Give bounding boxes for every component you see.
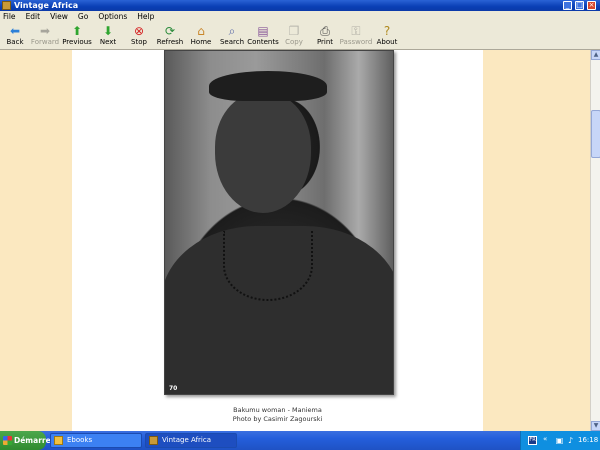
toolbar: ⬅ Back ➡ Forward ⬆ Previous ⬇ Next ⊗ Sto… [0,22,600,50]
start-button[interactable]: Démarrer [0,431,54,450]
task-ebooks[interactable]: Ebooks [50,433,142,448]
windows-logo-icon [3,436,12,445]
scroll-up-icon[interactable]: ▲ [591,50,600,60]
network-icon[interactable]: ▣ [555,436,564,445]
close-button[interactable]: × [587,1,596,10]
photo-caption: Bakumu woman - Maniema Photo by Casimir … [72,406,483,424]
question-icon: ? [383,24,391,38]
window-title: Vintage Africa [14,1,79,10]
volume-icon[interactable]: ♪ [566,436,575,445]
title-bar: Vintage Africa _ □ × [0,0,600,11]
menu-options[interactable]: Options [98,12,127,21]
page: 70 Bakumu woman - Maniema Photo by Casim… [72,50,483,431]
app-icon [2,1,11,10]
menu-view[interactable]: View [50,12,68,21]
forward-button[interactable]: ➡ Forward [27,24,63,49]
folder-icon [54,436,63,445]
menu-help[interactable]: Help [137,12,154,21]
app-icon [149,436,158,445]
photo-number: 70 [169,385,178,392]
menu-go[interactable]: Go [78,12,88,21]
task-vintage-africa[interactable]: Vintage Africa [145,433,237,448]
maximize-button[interactable]: □ [575,1,584,10]
portrait-photo: 70 [164,50,394,395]
scroll-thumb[interactable] [591,110,600,158]
taskbar: Démarrer Ebooks Vintage Africa FR « ▣ ♪ … [0,431,600,450]
arrow-right-icon: ➡ [39,24,51,38]
clock: 16:18 [578,436,599,444]
menu-edit[interactable]: Edit [26,12,41,21]
system-tray: FR « ▣ ♪ 16:18 [520,431,600,450]
menu-bar: File Edit View Go Options Help [0,11,600,22]
tray-expand-icon[interactable]: « [543,435,547,443]
language-indicator[interactable]: FR [528,436,537,445]
about-button[interactable]: ? About [369,24,405,49]
scroll-down-icon[interactable]: ▼ [591,421,600,431]
minimize-button[interactable]: _ [563,1,572,10]
caption-credit: Photo by Casimir Zagourski [232,415,323,423]
vertical-scrollbar[interactable]: ▲ ▼ [590,50,600,431]
menu-file[interactable]: File [3,12,16,21]
content-area: 70 Bakumu woman - Maniema Photo by Casim… [0,50,600,431]
caption-title: Bakumu woman - Maniema [233,406,322,414]
